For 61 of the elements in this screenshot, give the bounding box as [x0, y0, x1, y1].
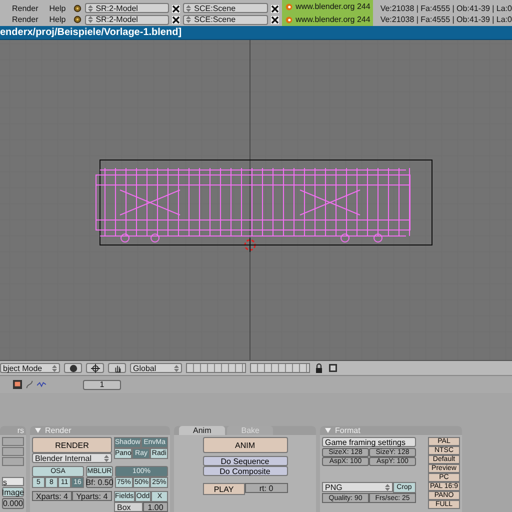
close-icon[interactable]	[172, 16, 180, 24]
play-button[interactable]: PLAY	[202, 483, 245, 495]
input-field[interactable]	[2, 437, 24, 446]
number-field[interactable]: Bf: 0.50	[86, 477, 113, 488]
game-framing-button[interactable]: Game framing settings	[322, 437, 416, 447]
3d-cursor-icon	[242, 238, 258, 252]
panel-tab[interactable]: Anim	[179, 426, 226, 435]
renderer-selector[interactable]: Blender Internal	[32, 453, 112, 463]
close-icon[interactable]	[270, 16, 279, 24]
number-field[interactable]: Xparts: 4	[32, 491, 72, 501]
number-field[interactable]: 0.000	[2, 498, 24, 509]
number-field[interactable]: rt: 0	[245, 483, 288, 493]
close-icon[interactable]	[270, 5, 279, 13]
input-field[interactable]	[2, 457, 24, 466]
up-down-arrows-icon	[186, 4, 192, 12]
up-down-arrows-icon	[174, 364, 179, 372]
up-down-arrows-icon	[88, 16, 93, 23]
frame-field[interactable]: 1	[83, 380, 121, 390]
toggle-button[interactable]: Do Composite	[202, 466, 288, 476]
file-type-selector[interactable]: PNG	[322, 482, 392, 492]
anim-button[interactable]: ANIM	[202, 437, 288, 453]
scene-stats: Ve:21038 | Fa:4555 | Ob:41-39 | La:0	[379, 4, 512, 13]
menu-item[interactable]: Help	[45, 4, 70, 13]
scene-selector[interactable]: SCE:Scene	[183, 3, 268, 13]
up-down-arrows-icon	[88, 4, 93, 12]
toggle-button[interactable]: Do Sequence	[202, 456, 288, 466]
version-label[interactable]: www.blender.org 244	[282, 13, 374, 26]
window-title: enderx/proj/Beispiele/Vorlage-1.blend]	[0, 26, 512, 40]
pivot-selector[interactable]	[86, 363, 104, 373]
render-icon[interactable]	[328, 363, 338, 373]
text-field[interactable]: s	[2, 477, 24, 486]
crosshair-icon	[90, 364, 100, 372]
sphere-icon	[68, 364, 78, 372]
screen-selector[interactable]: SR:2-Model	[84, 3, 170, 13]
wave-icon[interactable]	[37, 380, 46, 389]
orientation-selector[interactable]: Global	[130, 363, 182, 373]
version-label[interactable]: www.blender.org 244	[282, 0, 374, 13]
number-field[interactable]: 1.00	[143, 502, 168, 512]
screen-selector[interactable]: SR:2-Model	[84, 14, 170, 24]
menu-item[interactable]: Render	[8, 15, 42, 24]
mode-selector[interactable]: bject Mode	[0, 363, 60, 373]
scene-selector[interactable]: SCE:Scene	[183, 14, 268, 24]
input-field[interactable]	[2, 447, 24, 456]
manipulator-button[interactable]	[108, 363, 126, 373]
up-down-arrows-icon	[384, 484, 390, 490]
render-button[interactable]: RENDER	[32, 437, 112, 453]
layer-buttons[interactable]	[186, 363, 246, 373]
scene-stats: Ve:21038 | Fa:4555 | Ob:41-39 | La:0	[379, 15, 512, 24]
up-down-arrows-icon	[104, 454, 109, 462]
image-button[interactable]: Image	[2, 487, 24, 497]
number-field[interactable]: Yparts: 4	[72, 491, 112, 501]
close-icon[interactable]	[172, 5, 180, 13]
shading-selector[interactable]	[64, 363, 82, 373]
image-icon[interactable]	[13, 380, 22, 389]
lock-icon[interactable]	[314, 363, 324, 373]
up-down-arrows-icon	[186, 16, 192, 23]
menu-item[interactable]: Help	[45, 15, 70, 24]
up-down-arrows-icon	[52, 364, 57, 372]
curve-icon[interactable]	[25, 380, 34, 389]
menu-item[interactable]: Render	[8, 4, 42, 13]
filter-selector[interactable]: Box	[114, 502, 143, 512]
